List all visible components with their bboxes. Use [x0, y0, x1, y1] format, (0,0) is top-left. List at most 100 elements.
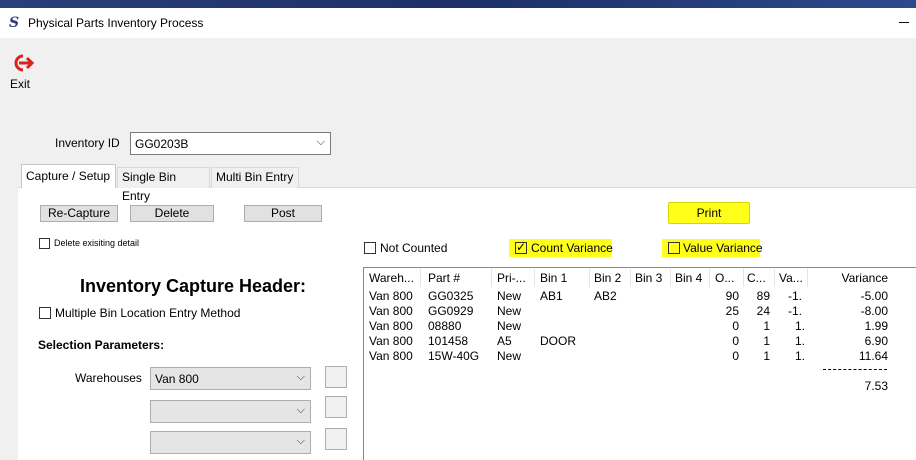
cell-variance: -8.00 — [860, 304, 888, 318]
column-divider[interactable] — [589, 269, 590, 287]
cell-on-hand: 0 — [732, 334, 739, 348]
chevron-down-icon: ⌵ — [316, 136, 325, 148]
inventory-id-value: GG0203B — [135, 137, 189, 151]
column-header[interactable]: Va... — [779, 271, 803, 285]
chevron-down-icon: ⌵ — [296, 404, 305, 416]
delete-existing-label: Delete exisiting detail — [54, 238, 140, 248]
cell-qty-variance: 1. — [795, 319, 806, 333]
exit-button-label[interactable]: Exit — [10, 77, 30, 91]
window-title: Physical Parts Inventory Process — [28, 16, 204, 30]
cell-qty-variance: -1. — [788, 289, 803, 303]
chevron-down-icon: ⌵ — [296, 435, 305, 447]
cell-on-hand: 25 — [725, 304, 739, 318]
column-header[interactable]: Bin 2 — [594, 271, 621, 285]
cell-variance: -5.00 — [860, 289, 888, 303]
exit-icon[interactable] — [9, 52, 35, 74]
cell-part: 08880 — [428, 319, 462, 333]
cell-on-hand: 90 — [725, 289, 739, 303]
column-header[interactable]: C... — [747, 271, 766, 285]
variance-total: 7.53 — [864, 379, 888, 393]
warehouse-lookup-button[interactable] — [325, 366, 347, 388]
cell-part: 15W-40G — [428, 349, 480, 363]
column-divider[interactable] — [774, 269, 775, 287]
cell-part: GG0929 — [428, 304, 474, 318]
cell-bin2: AB2 — [594, 289, 617, 303]
warehouse-value: Van 800 — [155, 372, 199, 386]
column-divider[interactable] — [743, 269, 744, 287]
inventory-id-label: Inventory ID — [55, 136, 120, 150]
delete-existing-checkbox[interactable] — [39, 238, 50, 249]
print-button[interactable]: Print — [668, 202, 750, 224]
chevron-down-icon: ⌵ — [296, 371, 305, 383]
count-variance-checkbox[interactable] — [515, 240, 527, 254]
total-separator — [823, 369, 887, 370]
column-divider[interactable] — [420, 269, 421, 287]
column-header[interactable]: Bin 4 — [675, 271, 702, 285]
not-counted-label: Not Counted — [380, 241, 448, 255]
multiple-bin-checkbox[interactable] — [39, 307, 51, 319]
value-variance-label: Value Variance — [683, 241, 763, 255]
cell-qty-variance: 1. — [795, 349, 806, 363]
cell-warehouse: Van 800 — [369, 319, 413, 333]
inventory-id-select[interactable]: GG0203B ⌵ — [130, 132, 331, 155]
warehouse-select[interactable]: Van 800 ⌵ — [150, 367, 311, 390]
selection-select-3[interactable]: ⌵ — [150, 431, 311, 454]
minimize-button[interactable] — [893, 22, 913, 24]
cell-count: 1 — [763, 334, 770, 348]
cell-qty-variance: 1. — [795, 334, 806, 348]
cell-qty-variance: -1. — [788, 304, 803, 318]
value-variance-checkbox[interactable] — [668, 242, 680, 254]
cell-part: 101458 — [428, 334, 469, 348]
tab-multi-bin-entry[interactable]: Multi Bin Entry — [211, 167, 299, 188]
selection-parameters-title: Selection Parameters: — [38, 338, 165, 352]
cell-count: 1 — [763, 319, 770, 333]
column-divider[interactable] — [534, 269, 535, 287]
cell-variance: 1.99 — [864, 319, 888, 333]
cell-on-hand: 0 — [732, 319, 739, 333]
not-counted-checkbox[interactable] — [364, 242, 376, 254]
column-divider[interactable] — [491, 269, 492, 287]
cell-part: GG0325 — [428, 289, 474, 303]
cell-count: 1 — [763, 349, 770, 363]
cell-variance: 6.90 — [864, 334, 888, 348]
column-divider[interactable] — [807, 269, 808, 287]
tab-single-bin-entry[interactable]: Single Bin Entry — [117, 167, 210, 203]
column-header[interactable]: Variance — [814, 271, 888, 285]
delete-button[interactable]: Delete — [130, 205, 214, 222]
cell-variance: 11.64 — [858, 349, 888, 363]
column-divider[interactable] — [670, 269, 671, 287]
cell-bin1: AB1 — [540, 289, 563, 303]
variance-grid[interactable]: Wareh... Part # Pri-... Bin 1 Bin 2 Bin … — [363, 267, 916, 460]
cell-warehouse: Van 800 — [369, 304, 413, 318]
cell-price-type: New — [497, 289, 522, 303]
re-capture-button[interactable]: Re-Capture — [40, 205, 118, 222]
capture-header-title: Inventory Capture Header: — [80, 276, 307, 296]
cell-price-type: New — [497, 349, 522, 363]
cell-count: 24 — [756, 304, 770, 318]
column-header[interactable]: Part # — [428, 271, 460, 285]
cell-price-type: A5 — [497, 334, 512, 348]
count-variance-label: Count Variance — [531, 241, 613, 255]
column-header[interactable]: Wareh... — [369, 271, 414, 285]
column-header[interactable]: Pri-... — [497, 271, 526, 285]
cell-bin1: DOOR — [540, 334, 576, 348]
multiple-bin-label: Multiple Bin Location Entry Method — [55, 306, 241, 320]
cell-on-hand: 0 — [732, 349, 739, 363]
column-divider[interactable] — [630, 269, 631, 287]
column-header[interactable]: Bin 3 — [635, 271, 662, 285]
cell-count: 89 — [756, 289, 770, 303]
tab-capture-setup[interactable]: Capture / Setup — [21, 164, 116, 188]
column-header[interactable]: O... — [715, 271, 734, 285]
app-logo-icon: S — [9, 15, 20, 31]
cell-warehouse: Van 800 — [369, 334, 413, 348]
column-header[interactable]: Bin 1 — [540, 271, 567, 285]
warehouses-label: Warehouses — [75, 371, 142, 385]
cell-price-type: New — [497, 304, 522, 318]
selection-select-2[interactable]: ⌵ — [150, 400, 311, 423]
selection-lookup-button-2[interactable] — [325, 396, 347, 418]
post-button[interactable]: Post — [244, 205, 322, 222]
column-divider[interactable] — [709, 269, 710, 287]
selection-lookup-button-3[interactable] — [325, 428, 347, 450]
cell-price-type: New — [497, 319, 522, 333]
desktop-strip — [0, 0, 916, 8]
